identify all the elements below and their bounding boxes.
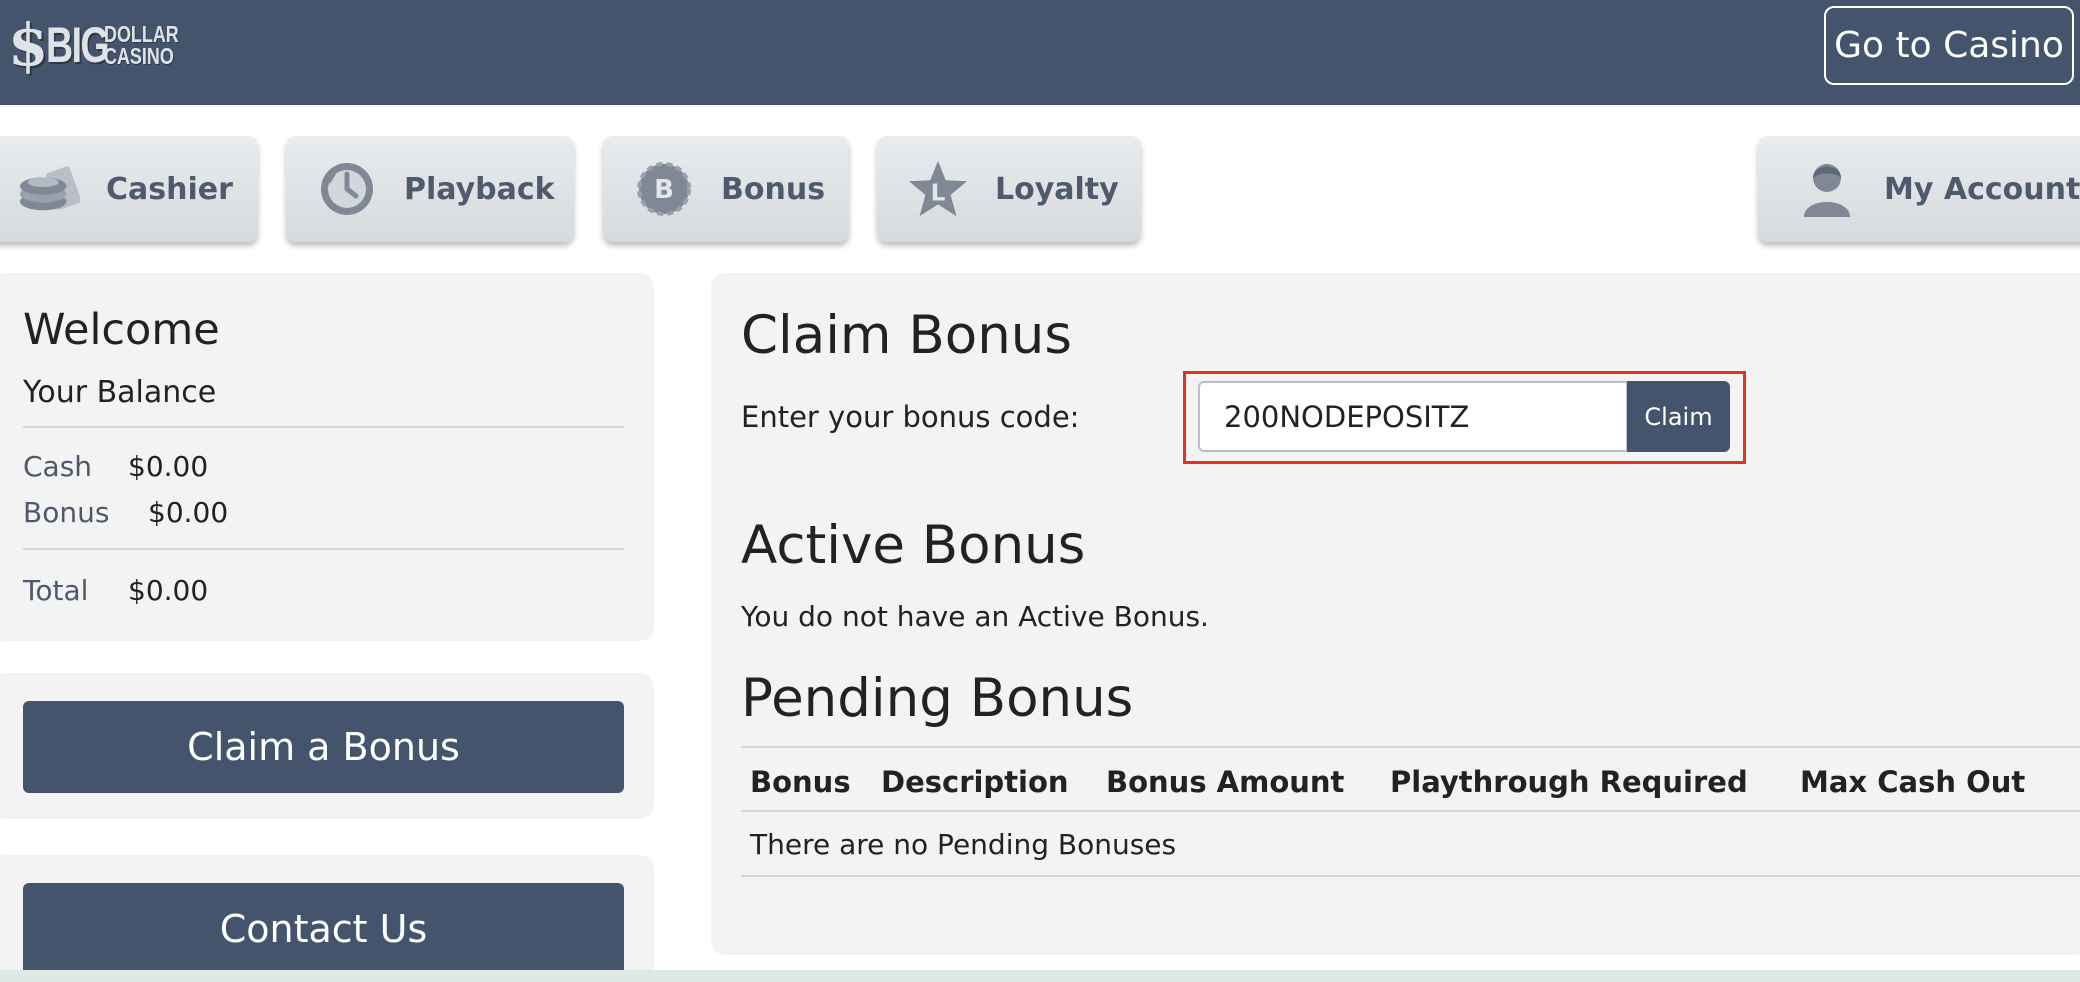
- bonus-badge-icon: B: [633, 158, 695, 220]
- claim-a-bonus-button[interactable]: Claim a Bonus: [23, 701, 624, 793]
- go-to-casino-button[interactable]: Go to Casino: [1824, 6, 2074, 85]
- column-header-bonus-amount: Bonus Amount: [1106, 765, 1345, 799]
- loyalty-star-letter: L: [931, 180, 946, 207]
- nav-my-account-label: My Account: [1884, 171, 2080, 207]
- total-label: Total: [23, 574, 89, 607]
- your-balance-heading: Your Balance: [23, 375, 217, 410]
- balance-divider: [23, 426, 624, 428]
- table-bottom-line: [741, 875, 2080, 877]
- bonus-badge-letter: B: [654, 175, 674, 205]
- nav-playback-button[interactable]: Playback: [286, 136, 574, 242]
- pending-empty-message: There are no Pending Bonuses: [750, 828, 1177, 861]
- logo-stack: DOLLAR CASINO: [104, 21, 180, 69]
- bonus-code-label: Enter your bonus code:: [741, 400, 1080, 434]
- logo-casino-text: CASINO: [104, 43, 175, 69]
- bonus-label: Bonus: [23, 496, 110, 529]
- account-user-icon: [1796, 158, 1858, 220]
- nav-cashier-button[interactable]: Cashier: [0, 136, 258, 242]
- logo-big-text: BIG: [46, 17, 110, 73]
- total-value: $0.00: [128, 574, 209, 607]
- claim-button[interactable]: Claim: [1627, 381, 1730, 452]
- top-bar: $ BIG DOLLAR CASINO Go to Casino: [0, 0, 2080, 105]
- contact-us-button[interactable]: Contact Us: [23, 883, 624, 975]
- table-header-line: [741, 810, 2080, 812]
- bonus-code-input[interactable]: [1198, 381, 1628, 452]
- active-bonus-status: You do not have an Active Bonus.: [741, 600, 1209, 633]
- cashier-chips-icon: [18, 158, 80, 220]
- bonus-value: $0.00: [148, 496, 229, 529]
- pending-bonus-heading: Pending Bonus: [741, 668, 1134, 729]
- column-header-description: Description: [881, 765, 1069, 799]
- casino-logo[interactable]: $ BIG DOLLAR CASINO: [8, 14, 193, 76]
- nav-bonus-button[interactable]: B Bonus: [603, 136, 849, 242]
- nav-loyalty-button[interactable]: L Loyalty: [877, 136, 1141, 242]
- nav-my-account-button[interactable]: My Account: [1758, 136, 2080, 242]
- column-header-max-cash-out: Max Cash Out: [1800, 765, 2026, 799]
- nav-bonus-label: Bonus: [721, 171, 826, 207]
- nav-cashier-label: Cashier: [106, 171, 233, 207]
- nav-playback-label: Playback: [404, 171, 555, 207]
- welcome-heading: Welcome: [23, 305, 220, 355]
- active-bonus-heading: Active Bonus: [741, 515, 1086, 576]
- playback-clock-icon: [316, 158, 378, 220]
- logo-dollar-text: DOLLAR: [104, 21, 180, 47]
- bottom-strip: [0, 970, 2080, 982]
- table-top-line: [741, 746, 2080, 748]
- claim-bonus-heading: Claim Bonus: [741, 305, 1072, 366]
- column-header-playthrough: Playthrough Required: [1390, 765, 1748, 799]
- nav-loyalty-label: Loyalty: [995, 171, 1119, 207]
- column-header-bonus: Bonus: [750, 765, 851, 799]
- logo-dollar-sign: $: [8, 11, 49, 79]
- total-divider: [23, 548, 624, 550]
- loyalty-star-icon: L: [907, 158, 969, 220]
- cash-label: Cash: [23, 450, 93, 483]
- cash-value: $0.00: [128, 450, 209, 483]
